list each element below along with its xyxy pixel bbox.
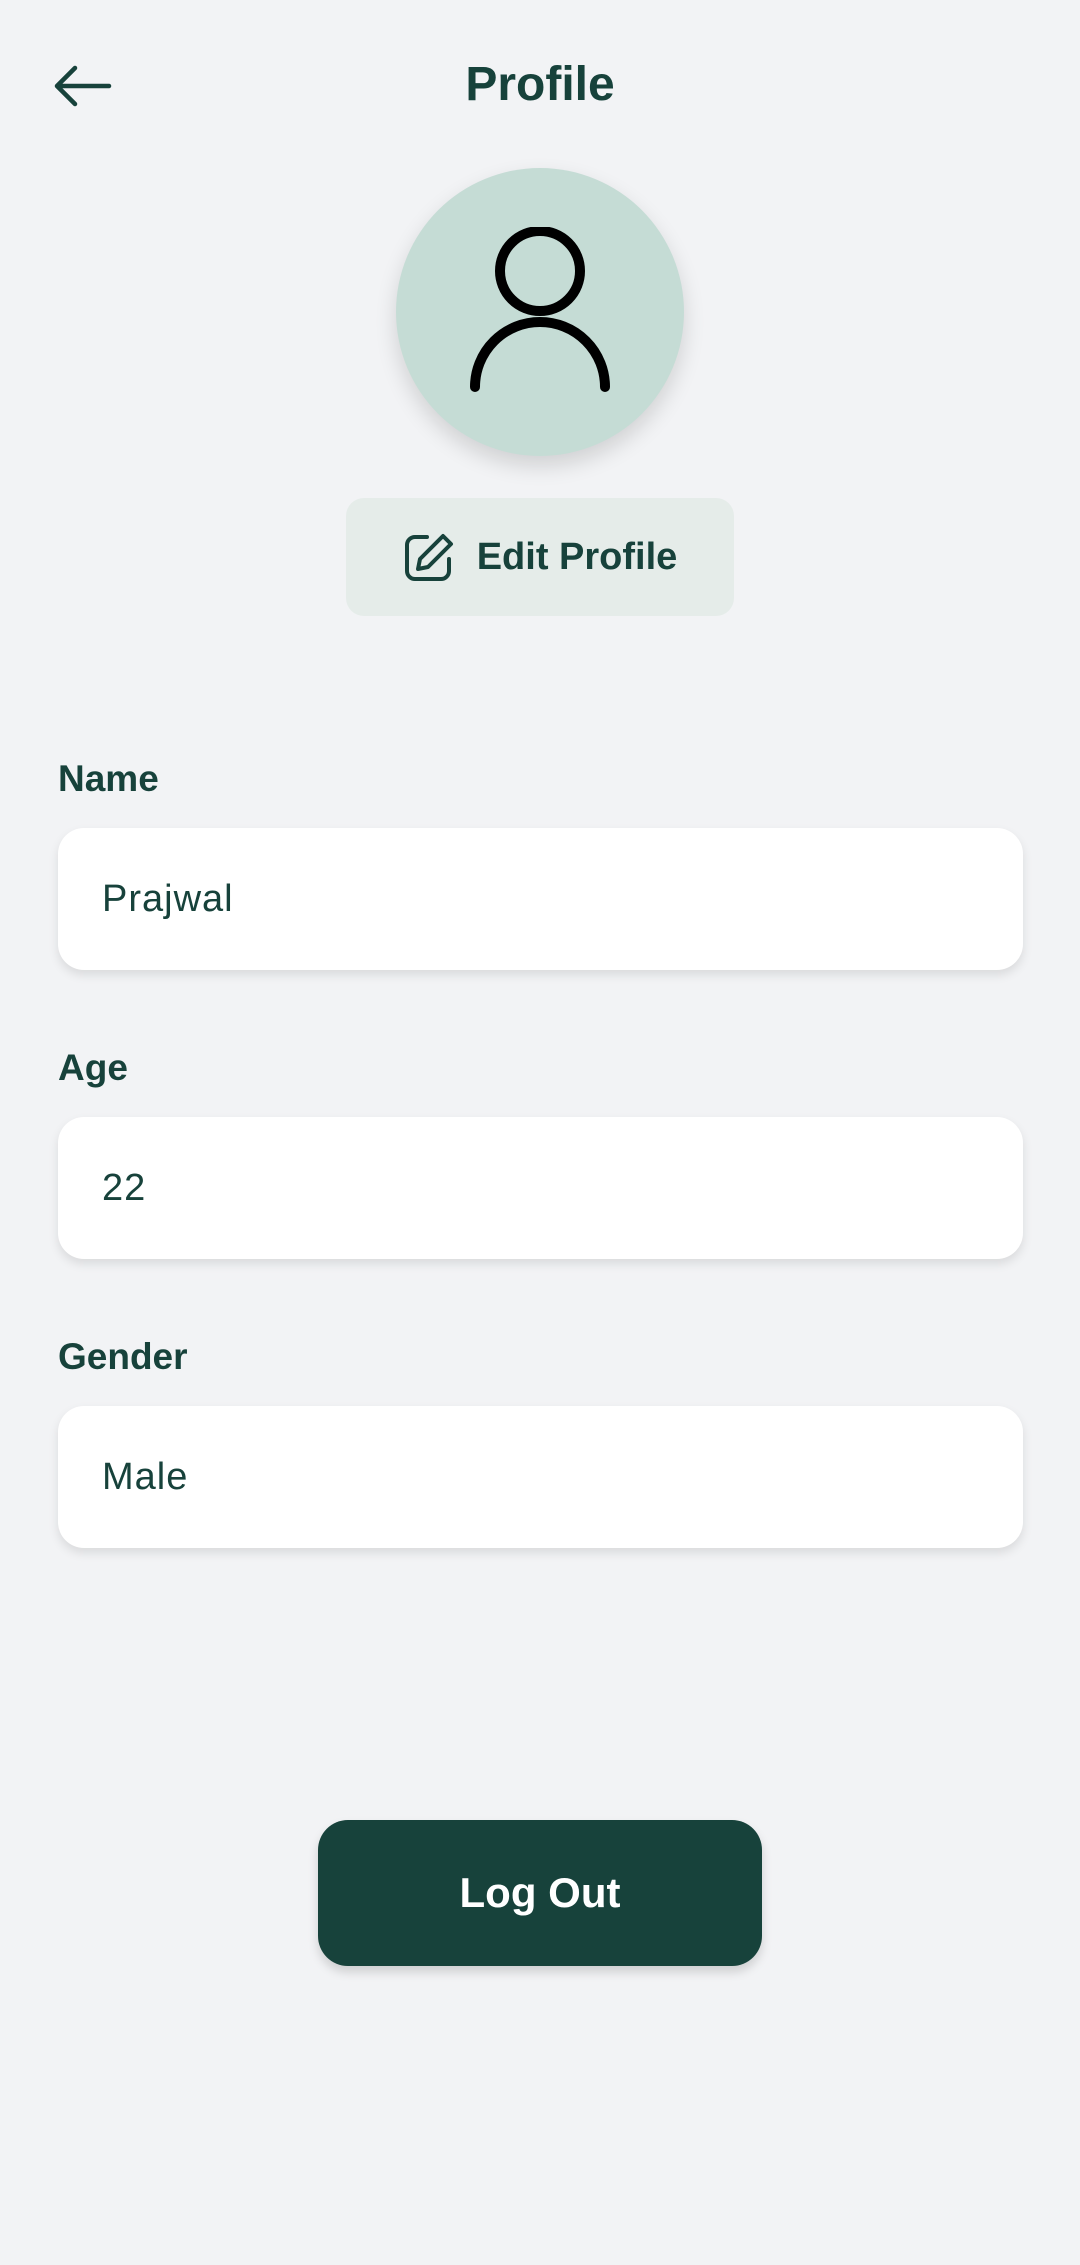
name-label: Name xyxy=(58,758,159,799)
page-title: Profile xyxy=(465,58,615,111)
avatar xyxy=(396,168,684,456)
user-icon xyxy=(470,227,610,392)
edit-icon xyxy=(404,534,453,581)
edit-profile-label: Edit Profile xyxy=(476,535,678,578)
gender-label: Gender xyxy=(58,1336,188,1377)
gender-field[interactable]: Male xyxy=(58,1406,1023,1548)
edit-profile-button[interactable]: Edit Profile xyxy=(346,498,734,616)
age-label: Age xyxy=(58,1047,128,1088)
profile-screen: Profile Edit Profile Name Prajwal Age 22… xyxy=(0,0,1080,2265)
name-field[interactable]: Prajwal xyxy=(58,828,1023,970)
logout-button[interactable]: Log Out xyxy=(318,1820,762,1966)
age-field[interactable]: 22 xyxy=(58,1117,1023,1259)
